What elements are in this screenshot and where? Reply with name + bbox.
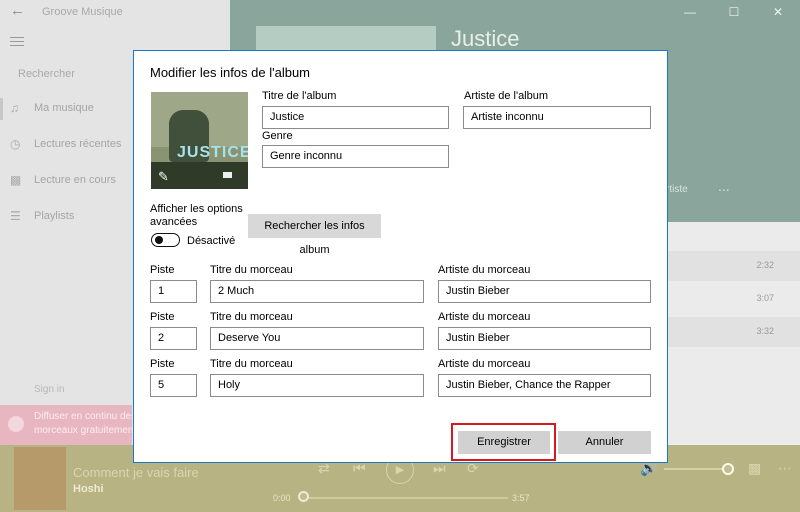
- album-header-art: [256, 26, 436, 50]
- total-time: 3:57: [512, 493, 530, 503]
- elapsed-time: 0:00: [273, 493, 291, 503]
- album-header-artist-link[interactable]: rtiste: [666, 184, 688, 195]
- track-artist-field[interactable]: Justin Bieber: [438, 280, 651, 303]
- track-title-label: Titre du morceau: [210, 358, 293, 370]
- genre-field[interactable]: Genre inconnu: [262, 145, 449, 168]
- track-artist-label: Artiste du morceau: [438, 358, 531, 370]
- parental-advisory-badge: [223, 172, 232, 178]
- playlist-icon: ☰: [10, 209, 21, 223]
- track-artist-label: Artiste du morceau: [438, 264, 531, 276]
- dialog-title: Modifier les infos de l'album: [150, 65, 310, 80]
- track-artist-label: Artiste du morceau: [438, 311, 531, 323]
- search-input[interactable]: Rechercher: [18, 68, 75, 80]
- volume-slider[interactable]: [664, 468, 728, 470]
- edit-pencil-icon[interactable]: ✎: [158, 169, 169, 185]
- genre-label: Genre: [262, 130, 293, 142]
- edit-album-info-dialog: Modifier les infos de l'album JUSTICE ✎ …: [133, 50, 668, 463]
- advanced-options-state: Désactivé: [187, 235, 236, 247]
- more-options-player-icon[interactable]: ⋯: [778, 460, 792, 477]
- sign-in-link[interactable]: Sign in: [34, 384, 65, 395]
- track-title-field[interactable]: Deserve You: [210, 327, 424, 350]
- track-number-label: Piste: [150, 358, 175, 370]
- spotify-icon: [8, 416, 24, 432]
- app-title: Groove Musique: [42, 6, 123, 18]
- now-playing-song[interactable]: Comment je vais faire: [73, 465, 199, 480]
- track-number-field[interactable]: 5: [150, 374, 197, 397]
- track-number-label: Piste: [150, 311, 175, 323]
- window-controls: — ☐ ✕: [668, 0, 800, 24]
- progress-track[interactable]: [300, 497, 508, 499]
- track-title-field[interactable]: 2 Much: [210, 280, 424, 303]
- album-title-label: Titre de l'album: [262, 90, 337, 102]
- track-title-label: Titre du morceau: [210, 264, 293, 276]
- search-album-info-button[interactable]: Rechercher les infos album: [248, 214, 381, 256]
- advanced-options-toggle[interactable]: [151, 233, 180, 247]
- progress-knob[interactable]: [298, 491, 309, 502]
- now-playing-artist[interactable]: Hoshi: [73, 483, 104, 495]
- album-header-title: Justice: [451, 26, 520, 51]
- equalizer-icon: ▩: [10, 173, 22, 187]
- volume-knob[interactable]: [722, 463, 734, 475]
- track-title-field[interactable]: Holy: [210, 374, 424, 397]
- album-title-field[interactable]: Justice: [262, 106, 449, 129]
- album-cover[interactable]: JUSTICE ✎: [151, 92, 248, 189]
- album-artist-label: Artiste de l'album: [464, 90, 549, 102]
- track-number-field[interactable]: 2: [150, 327, 197, 350]
- track-artist-field[interactable]: Justin Bieber, Chance the Rapper: [438, 374, 651, 397]
- spotify-promo[interactable]: Diffuser en continu des morceaux gratuit…: [0, 405, 136, 445]
- album-artist-field[interactable]: Artiste inconnu: [463, 106, 651, 129]
- track-title-label: Titre du morceau: [210, 311, 293, 323]
- save-button-highlight: [451, 423, 556, 461]
- cover-logo: JUSTICE: [177, 144, 248, 161]
- minimize-icon[interactable]: —: [668, 0, 712, 24]
- clock-icon: ◷: [10, 137, 21, 151]
- track-artist-field[interactable]: Justin Bieber: [438, 327, 651, 350]
- back-arrow-icon[interactable]: ←: [10, 2, 25, 19]
- track-number-field[interactable]: 1: [150, 280, 197, 303]
- maximize-icon[interactable]: ☐: [712, 0, 756, 24]
- music-note-icon: ♫: [10, 101, 19, 115]
- now-playing-art[interactable]: [14, 447, 66, 510]
- hamburger-menu-icon[interactable]: [10, 37, 24, 49]
- track-number-label: Piste: [150, 264, 175, 276]
- close-icon[interactable]: ✕: [756, 0, 800, 24]
- mini-view-icon[interactable]: ▩: [748, 460, 761, 477]
- advanced-options-label: Afficher les options avancées: [150, 203, 243, 228]
- cancel-button[interactable]: Annuler: [558, 431, 651, 454]
- more-options-icon[interactable]: ...: [718, 178, 730, 194]
